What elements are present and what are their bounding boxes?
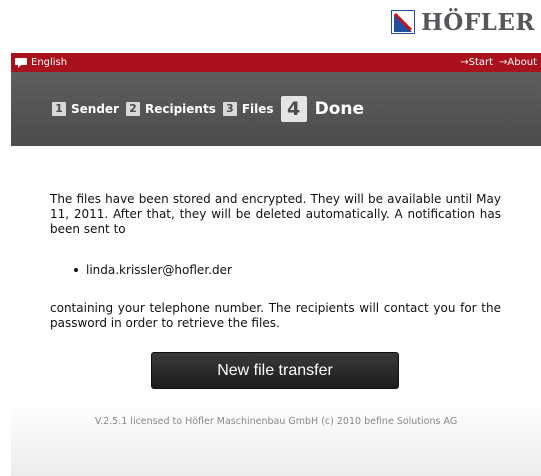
- new-file-transfer-button[interactable]: New file transfer: [151, 352, 399, 389]
- step-label: Sender: [71, 102, 119, 116]
- step-sender: 1 Sender: [52, 102, 119, 116]
- step-done: 4 Done: [280, 96, 365, 122]
- version-info: V.2.5.1 licensed to Höfler Maschinenbau …: [94, 416, 458, 427]
- step-number: 4: [280, 96, 307, 122]
- recipient-email: linda.krissler@hofler.der: [86, 263, 232, 277]
- step-label: Done: [314, 99, 365, 119]
- about-link[interactable]: →About: [499, 57, 537, 68]
- step-files: 3 Files: [222, 102, 274, 116]
- brand-logo: HÖFLER: [391, 7, 535, 37]
- step-recipients: 2 Recipients: [125, 102, 216, 116]
- main-content: The files have been stored and encrypted…: [11, 146, 541, 400]
- start-link[interactable]: →Start: [460, 57, 493, 68]
- step-number: 2: [125, 102, 140, 116]
- speech-bubble-icon: [15, 57, 27, 68]
- language-label: English: [31, 57, 68, 68]
- step-label: Recipients: [144, 102, 216, 116]
- bullet-dot: [74, 268, 78, 272]
- logo-area: HÖFLER: [0, 0, 541, 53]
- brand-name: HÖFLER: [421, 8, 535, 36]
- step-number: 3: [222, 102, 237, 116]
- step-label: Files: [241, 102, 274, 116]
- top-bar: English →Start →About: [11, 53, 541, 72]
- hofler-logo-icon: [391, 10, 416, 34]
- footer: V.2.5.1 licensed to Höfler Maschinenbau …: [11, 400, 541, 476]
- top-links: →Start →About: [460, 57, 537, 68]
- contact-message: containing your telephone number. The re…: [50, 301, 501, 330]
- recipient-list-item: linda.krissler@hofler.der: [74, 263, 232, 277]
- step-number: 1: [52, 102, 66, 116]
- language-selector[interactable]: English: [15, 57, 67, 68]
- confirmation-message: The files have been stored and encrypted…: [50, 192, 501, 236]
- wizard-steps: 1 Sender 2 Recipients 3 Files 4 Done: [11, 72, 541, 146]
